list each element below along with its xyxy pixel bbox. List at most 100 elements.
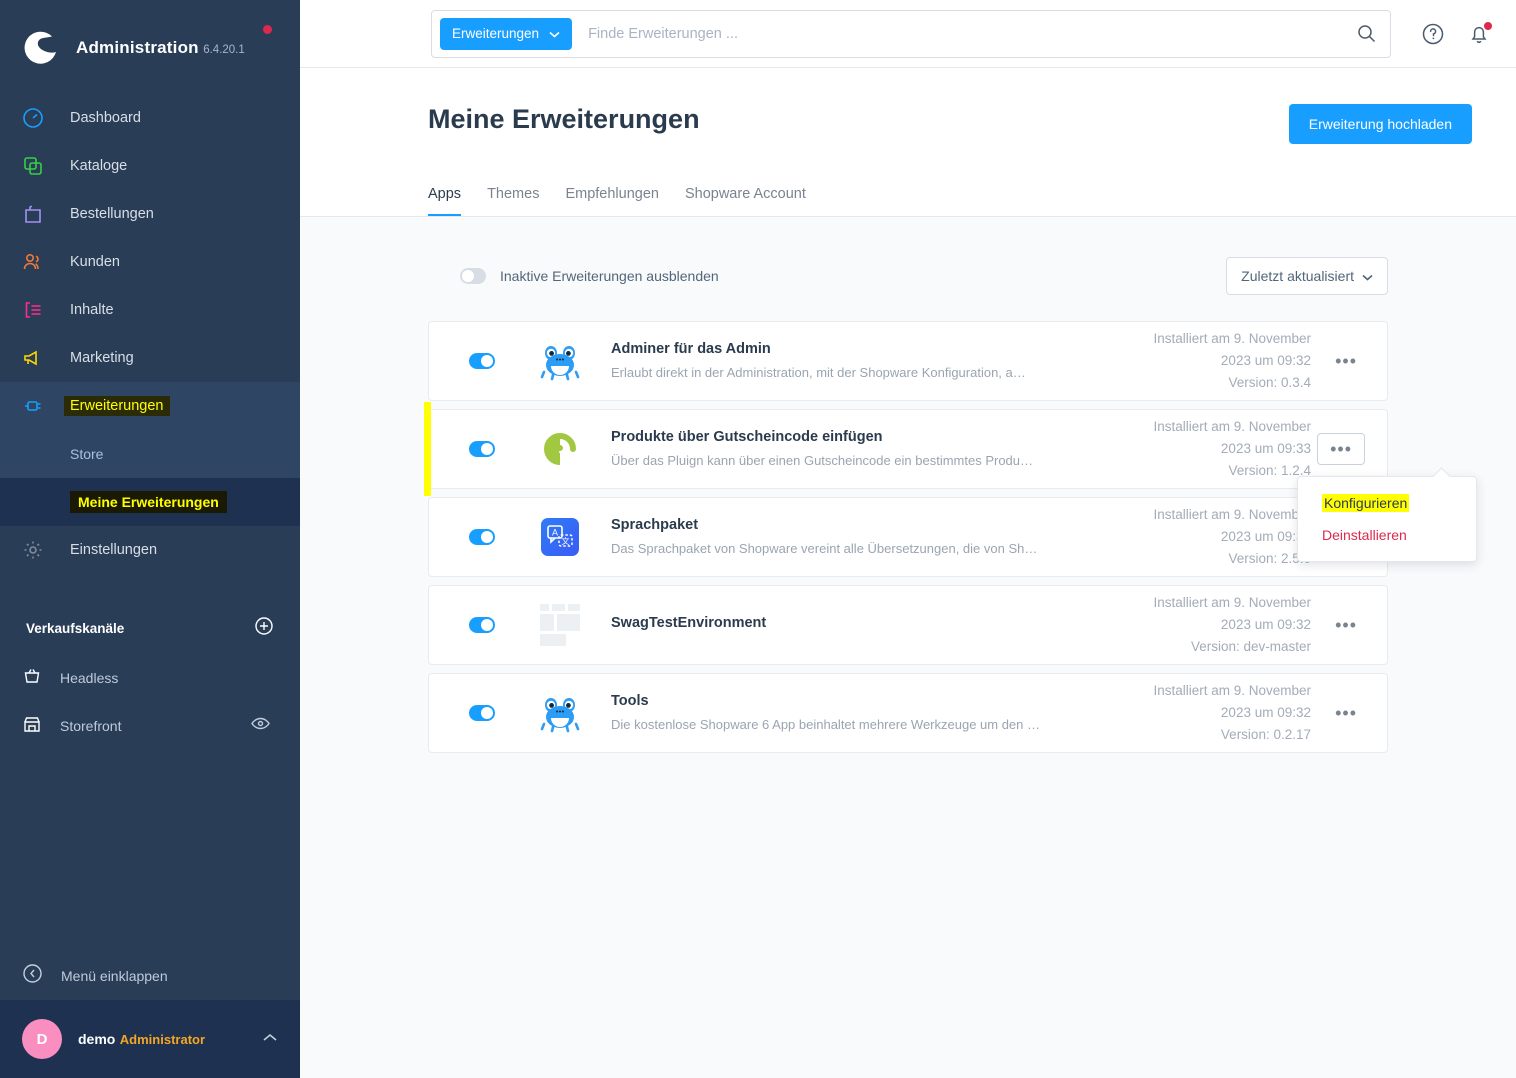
search-input[interactable]	[588, 25, 1357, 42]
help-circle-icon[interactable]	[1421, 22, 1445, 46]
sidebar-channel-label: Headless	[60, 670, 119, 686]
sidebar-item-bestellungen[interactable]: Bestellungen	[0, 190, 300, 238]
extension-card[interactable]: SwagTestEnvironment Installiert am 9. No…	[428, 585, 1388, 665]
extension-version: Version: dev-master	[1190, 639, 1311, 654]
extension-description: Die kostenlose Shopware 6 App beinhaltet…	[611, 717, 1041, 732]
sidebar-item-dashboard[interactable]: Dashboard	[0, 94, 300, 142]
extension-installed-date-line2: 2023 um 09:32	[1220, 353, 1311, 368]
sales-channels-title: Verkaufskanäle	[26, 620, 125, 636]
extension-name: Produkte über Gutscheincode einfügen	[611, 429, 883, 445]
extension-installed-date-line2: 2023 um 09:33	[1220, 441, 1311, 456]
green-spiral-icon	[539, 428, 581, 470]
sidebar-subitem-label: Meine Erweiterungen	[70, 491, 227, 513]
extension-installed-date-line2: 2023 um 09:32	[1220, 705, 1311, 720]
hide-inactive-switch[interactable]	[460, 268, 486, 284]
sidebar-item-erweiterungen[interactable]: Erweiterungen	[0, 382, 300, 430]
extension-card[interactable]: Tools Die kostenlose Shopware 6 App bein…	[428, 673, 1388, 753]
main-area: Erweiterungen Finde Erweiterungen ... Me…	[300, 0, 1516, 1078]
upload-extension-button[interactable]: Erweiterung hochladen	[1288, 104, 1472, 144]
hide-inactive-toggle[interactable]: Inaktive Erweiterungen ausblenden	[460, 268, 719, 284]
svg-text:文: 文	[562, 536, 570, 546]
plus-circle-icon[interactable]	[254, 616, 274, 641]
extension-active-toggle[interactable]	[469, 705, 495, 721]
bell-icon[interactable]	[1467, 20, 1493, 46]
chevron-up-icon[interactable]	[262, 1030, 278, 1048]
extension-active-toggle[interactable]	[469, 353, 495, 369]
extension-active-toggle[interactable]	[469, 441, 495, 457]
search-scope-label: Erweiterungen	[452, 26, 540, 41]
extension-installed-date-line2: 2023 um 09:32	[1220, 529, 1311, 544]
user-menu[interactable]: D demo Administrator	[0, 1000, 300, 1078]
sidebar-item-kataloge[interactable]: Kataloge	[0, 142, 300, 190]
brand-header[interactable]: Administration 6.4.20.1	[0, 0, 300, 78]
sales-channels-header: Verkaufskanäle	[0, 602, 300, 654]
search-scope-button[interactable]: Erweiterungen	[440, 17, 573, 50]
extension-context-menu: Konfigurieren Deinstallieren	[1297, 476, 1477, 562]
sidebar-item-kunden[interactable]: Kunden	[0, 238, 300, 286]
notification-dot	[263, 25, 272, 34]
bell-notification-dot	[1483, 20, 1493, 31]
tab-bar: Apps Themes Empfehlungen Shopware Accoun…	[428, 186, 1472, 216]
extension-card[interactable]: A 文 Sprachpaket Das Sprachpaket von Shop…	[428, 497, 1388, 577]
chevron-down-icon	[1362, 268, 1373, 284]
hide-inactive-label: Inaktive Erweiterungen ausblenden	[500, 268, 719, 284]
extension-version: Version: 1.2.4	[1228, 463, 1311, 478]
basket-icon	[22, 666, 42, 691]
extension-context-menu-button[interactable]: •••	[1317, 433, 1365, 465]
megaphone-icon	[22, 345, 52, 371]
extension-context-menu-button[interactable]: •••	[1327, 352, 1365, 370]
plugin-plug-icon	[22, 393, 52, 419]
context-menu-item-deinstallieren[interactable]: Deinstallieren	[1298, 519, 1476, 551]
eye-icon[interactable]	[251, 717, 270, 736]
sidebar-item-einstellungen[interactable]: Einstellungen	[0, 526, 300, 574]
tab-apps[interactable]: Apps	[428, 186, 462, 216]
orders-bag-icon	[22, 201, 52, 227]
sidebar-item-marketing[interactable]: Marketing	[0, 334, 300, 382]
admin-app: Administration 6.4.20.1 Dashboard Katalo…	[0, 0, 1516, 1078]
sidebar-subitem-store[interactable]: Store	[0, 430, 300, 478]
sidebar-channel-label: Storefront	[60, 718, 122, 734]
context-menu-item-konfigurieren[interactable]: Konfigurieren	[1298, 487, 1476, 519]
sidebar-item-label: Inhalte	[70, 302, 114, 318]
context-menu-item-label: Konfigurieren	[1322, 494, 1410, 512]
extension-active-toggle[interactable]	[469, 617, 495, 633]
sort-label: Zuletzt aktualisiert	[1241, 268, 1354, 284]
sidebar-channel-headless[interactable]: Headless	[0, 654, 300, 702]
extension-card[interactable]: Produkte über Gutscheincode einfügen Übe…	[424, 402, 1477, 562]
extension-installed-date-line1: Installiert am 9. November	[1153, 419, 1311, 434]
extension-installed-date-line1: Installiert am 9. November	[1153, 331, 1311, 346]
brand-title: Administration	[76, 38, 199, 57]
extension-name: Sprachpaket	[611, 517, 699, 533]
extension-installed-date-line1: Installiert am 9. November	[1153, 683, 1311, 698]
sidebar-channel-storefront[interactable]: Storefront	[0, 702, 300, 750]
tab-shopware-account[interactable]: Shopware Account	[685, 186, 806, 216]
user-role: Administrator	[119, 1031, 206, 1047]
extension-version: Version: 0.3.4	[1228, 375, 1311, 390]
sidebar-item-label: Dashboard	[70, 110, 141, 126]
content-icon	[22, 297, 52, 323]
sort-dropdown[interactable]: Zuletzt aktualisiert	[1226, 257, 1388, 295]
customers-icon	[22, 249, 52, 275]
extension-installed-date-line2: 2023 um 09:32	[1220, 617, 1311, 632]
frog-app-icon	[539, 340, 581, 382]
sidebar-item-label: Kunden	[70, 254, 120, 270]
extension-context-menu-button[interactable]: •••	[1327, 704, 1365, 722]
avatar: D	[22, 1019, 62, 1059]
page-header: Meine Erweiterungen Erweiterung hochlade…	[300, 68, 1516, 216]
sidebar-item-inhalte[interactable]: Inhalte	[0, 286, 300, 334]
extension-name: Adminer für das Admin	[611, 341, 771, 357]
sidebar-subitem-meine-erweiterungen[interactable]: Meine Erweiterungen	[0, 478, 300, 526]
tab-themes[interactable]: Themes	[487, 186, 539, 216]
sidebar-subitem-label: Store	[70, 446, 104, 462]
collapse-menu-button[interactable]: Menü einklappen	[0, 952, 300, 1000]
tab-empfehlungen[interactable]: Empfehlungen	[565, 186, 659, 216]
extension-name: Tools	[611, 693, 649, 709]
search-bar: Erweiterungen	[431, 9, 1391, 58]
list-toolbar: Inaktive Erweiterungen ausblenden Zuletz…	[428, 257, 1388, 295]
search-icon[interactable]	[1357, 24, 1376, 43]
extension-description: Das Sprachpaket von Shopware vereint all…	[611, 541, 1038, 556]
extension-card[interactable]: Adminer für das Admin Erlaubt direkt in …	[428, 321, 1388, 401]
extension-active-toggle[interactable]	[469, 529, 495, 545]
extension-context-menu-button[interactable]: •••	[1327, 616, 1365, 634]
user-name: demo	[78, 1030, 116, 1047]
